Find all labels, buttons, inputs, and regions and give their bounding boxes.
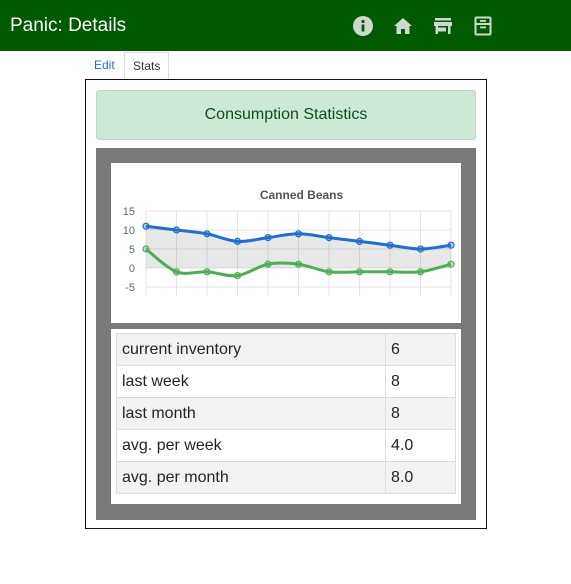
stat-value: 6 bbox=[385, 333, 456, 366]
data-point bbox=[386, 268, 394, 276]
store-icon[interactable] bbox=[432, 15, 454, 37]
data-point bbox=[325, 268, 333, 276]
stat-label: current inventory bbox=[116, 333, 386, 366]
data-point bbox=[447, 260, 455, 268]
stats-container: Canned Beans 15 10 5 0 -5 current inventory 6 l… bbox=[96, 148, 476, 520]
stat-label: last month bbox=[116, 397, 386, 430]
data-point bbox=[416, 268, 425, 276]
y-tick-label: 10 bbox=[123, 225, 135, 237]
table-row: avg. per month 8.0 bbox=[116, 461, 456, 494]
stats-panel: Consumption Statistics Canned Beans 15 10 5… bbox=[85, 79, 487, 529]
data-point bbox=[294, 260, 303, 268]
data-point bbox=[325, 233, 333, 242]
table-row: last month 8 bbox=[116, 397, 456, 430]
y-tick-label: 0 bbox=[129, 263, 135, 275]
stat-label: last week bbox=[116, 365, 386, 398]
chart-title: Canned Beans bbox=[260, 188, 344, 202]
y-tick-label: 5 bbox=[129, 244, 135, 256]
data-point bbox=[233, 237, 242, 246]
data-point bbox=[355, 268, 364, 276]
y-tick-label: -5 bbox=[125, 282, 135, 294]
table-row: current inventory 6 bbox=[116, 333, 456, 366]
table-card: current inventory 6 last week 8 last month 8 a… bbox=[111, 329, 461, 504]
data-point bbox=[386, 241, 394, 249]
stat-value: 8 bbox=[385, 397, 456, 430]
data-point bbox=[142, 245, 150, 253]
y-tick-label: 15 bbox=[123, 206, 135, 218]
data-point bbox=[355, 237, 364, 246]
stat-label: avg. per month bbox=[116, 461, 386, 494]
page-title: Panic: Details bbox=[10, 15, 127, 36]
stats-table: current inventory 6 last week 8 last month 8 a… bbox=[116, 333, 456, 494]
data-point bbox=[203, 230, 211, 238]
inventory-icon[interactable] bbox=[472, 15, 494, 37]
tab-stats[interactable]: Stats bbox=[124, 52, 170, 79]
table-row: avg. per week 4.0 bbox=[116, 429, 456, 462]
home-icon[interactable] bbox=[392, 15, 414, 37]
top-bar: Panic: Details bbox=[0, 0, 571, 51]
data-point bbox=[172, 268, 181, 276]
stat-value: 8 bbox=[385, 365, 456, 398]
data-point bbox=[203, 268, 211, 276]
table-row: last week 8 bbox=[116, 365, 456, 398]
stat-value: 8.0 bbox=[385, 461, 456, 494]
data-point bbox=[416, 245, 425, 253]
data-point bbox=[233, 271, 242, 280]
chart-card: Canned Beans 15 10 5 0 -5 bbox=[111, 163, 461, 323]
info-icon[interactable] bbox=[352, 15, 374, 37]
section-heading: Consumption Statistics bbox=[96, 90, 476, 140]
data-point bbox=[264, 233, 272, 242]
stat-value: 4.0 bbox=[385, 429, 456, 462]
consumption-chart: Canned Beans 15 10 5 0 -5 bbox=[123, 188, 455, 296]
data-point bbox=[172, 226, 181, 234]
stat-label: avg. per week bbox=[116, 429, 386, 462]
data-point bbox=[142, 222, 150, 230]
data-point bbox=[447, 241, 455, 249]
data-point bbox=[264, 260, 272, 268]
tab-edit[interactable]: Edit bbox=[86, 52, 123, 78]
data-point bbox=[294, 230, 303, 238]
